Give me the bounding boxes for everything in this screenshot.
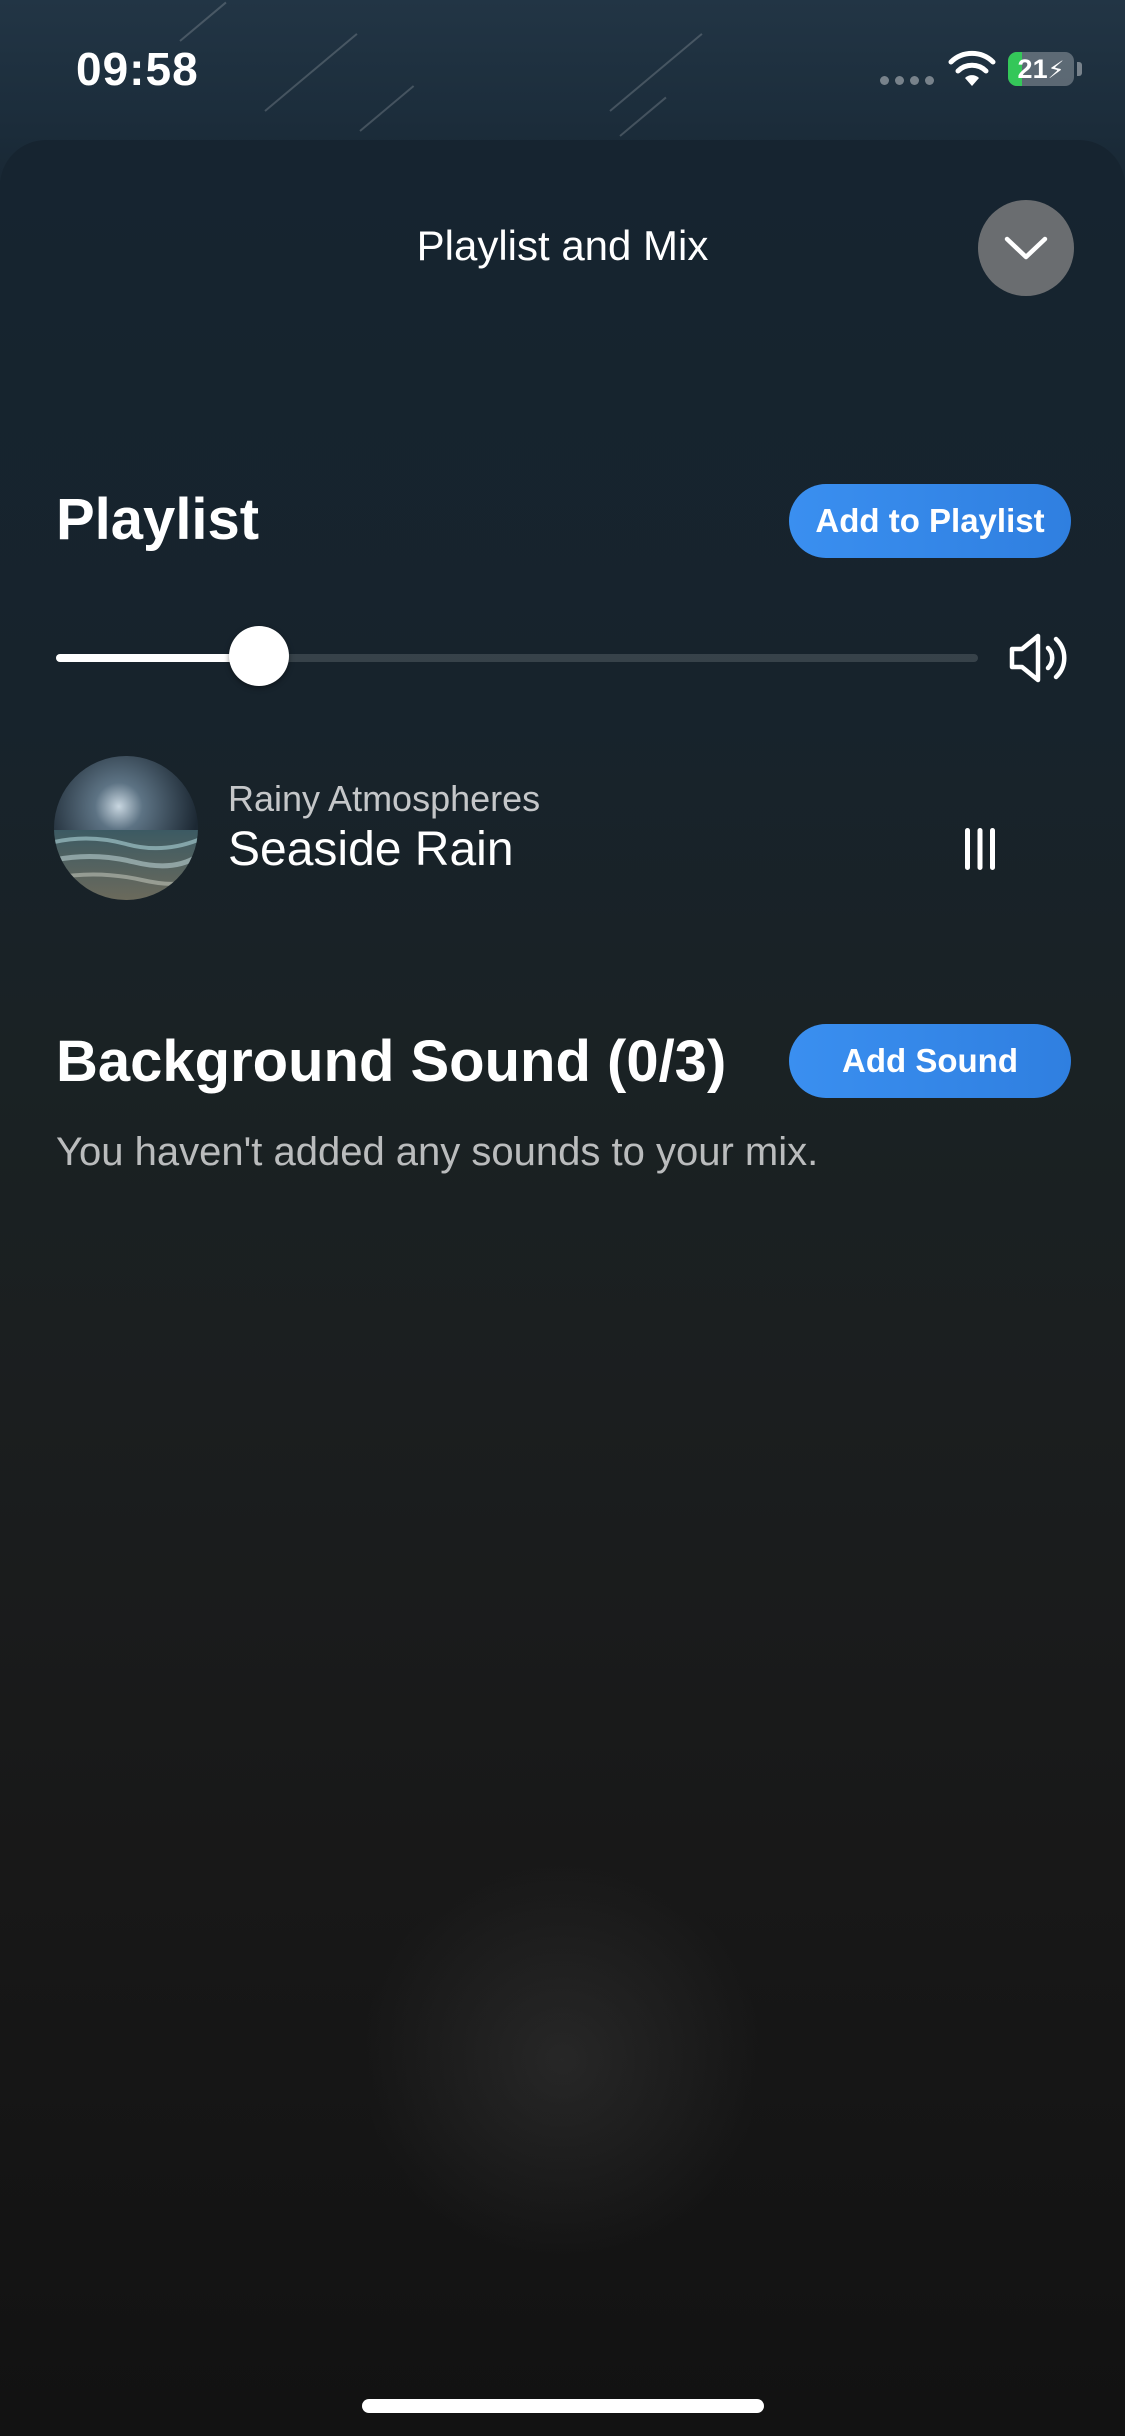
cellular-signal-icon [880, 76, 934, 85]
wifi-icon [948, 50, 996, 86]
background-sound-heading: Background Sound (0/3) [56, 1029, 727, 1094]
add-sound-button[interactable]: Add Sound [789, 1024, 1071, 1098]
status-bar: 09:58 21⚡ [0, 0, 1125, 135]
battery-indicator: 21⚡ [1008, 52, 1074, 86]
collapse-button[interactable] [978, 200, 1074, 296]
chevron-down-icon [1004, 236, 1048, 260]
home-indicator[interactable] [362, 2399, 764, 2413]
battery-cap [1077, 62, 1082, 76]
status-time: 09:58 [76, 43, 199, 95]
playlist-mix-sheet: Playlist and Mix Playlist Add to Playlis… [0, 140, 1125, 2436]
playlist-heading: Playlist [56, 487, 260, 552]
charging-bolt-icon: ⚡ [1047, 57, 1065, 84]
sheet-title: Playlist and Mix [416, 222, 709, 269]
track-artwork[interactable] [54, 756, 198, 900]
drag-handle-icon[interactable] [962, 826, 998, 872]
battery-percent: 21⚡ [1017, 54, 1065, 84]
track-subtitle: Rainy Atmospheres [228, 778, 541, 819]
volume-slider[interactable] [56, 654, 978, 662]
add-to-playlist-button[interactable]: Add to Playlist [789, 484, 1071, 558]
speaker-icon[interactable] [1008, 630, 1074, 686]
track-title[interactable]: Seaside Rain [228, 822, 514, 877]
volume-slider-thumb[interactable] [229, 626, 289, 686]
empty-mix-message: You haven't added any sounds to your mix… [56, 1130, 819, 1174]
